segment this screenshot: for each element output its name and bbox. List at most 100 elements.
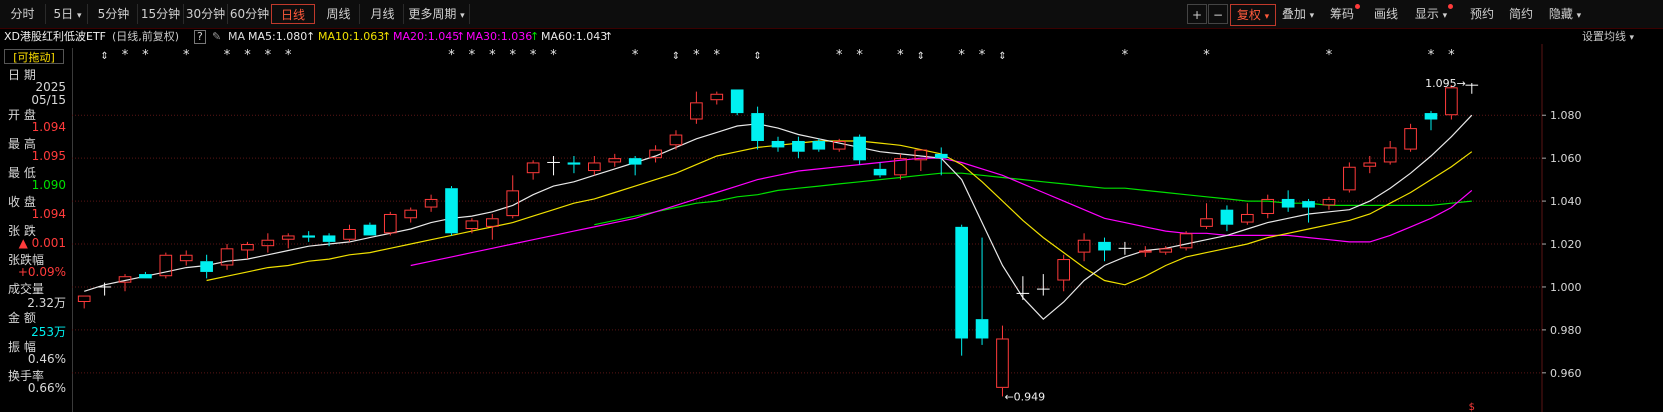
- ma20-value: MA20:1.045: [393, 30, 460, 43]
- period-tab-more[interactable]: 更多周期 ▾: [404, 4, 470, 24]
- candle: [1383, 140, 1397, 165]
- period-tab-timeshare[interactable]: 分时: [0, 4, 46, 24]
- candle-body: [1322, 198, 1336, 206]
- candle-body: [628, 158, 642, 165]
- event-marker-star: *: [550, 48, 557, 63]
- period-toolbar: 分时 5日 ▾ 5分钟 15分钟 30分钟 60分钟 日线 周线 月线 更多周期…: [0, 0, 1663, 29]
- chevron-down-icon: ▾: [76, 11, 82, 21]
- drag-handle[interactable]: [可拖动]: [4, 49, 64, 64]
- change-value: ▲ 0.001: [18, 236, 66, 250]
- zoom-in-button[interactable]: +: [1187, 4, 1207, 24]
- fuquan-button[interactable]: 复权 ▾: [1230, 4, 1276, 26]
- candle: [118, 274, 132, 292]
- period-tab-daily[interactable]: 日线: [271, 4, 315, 24]
- period-tab-15min[interactable]: 15分钟: [138, 4, 184, 24]
- candle-body: [1363, 162, 1377, 167]
- zoom-out-button[interactable]: −: [1208, 4, 1228, 24]
- candle-body: [1383, 147, 1397, 163]
- candle: [873, 162, 887, 178]
- candle: [302, 231, 315, 242]
- candle-body: [771, 140, 785, 148]
- ma30-value: MA30:1.036: [466, 30, 533, 43]
- candle-body: [1424, 113, 1438, 120]
- candle-body: [1281, 198, 1295, 208]
- candle: [955, 224, 968, 356]
- fuquan-label: 复权: [1236, 8, 1261, 22]
- turnover-value: 0.66%: [27, 381, 66, 395]
- max-price-label: 1.095→: [1425, 77, 1466, 90]
- overlay-button[interactable]: 叠加 ▾: [1276, 4, 1320, 24]
- candle-body: [179, 254, 193, 262]
- drawline-button[interactable]: 画线: [1370, 4, 1402, 24]
- candle: [485, 213, 499, 240]
- candle: [1424, 110, 1438, 131]
- event-marker-star: *: [122, 48, 129, 63]
- axis-tick-label: 0.980: [1550, 324, 1582, 337]
- candle-body: [669, 134, 683, 146]
- amplitude-value: 0.46%: [27, 352, 66, 366]
- candle: [1220, 205, 1234, 232]
- candle-body: [302, 235, 315, 238]
- period-tab-5min[interactable]: 5分钟: [90, 4, 138, 24]
- price-axis: 1.080 1.060 1.040 1.020 1.000 0.980 0.960: [1541, 44, 1582, 412]
- event-marker-star: *: [265, 48, 272, 63]
- display-button[interactable]: 显示 ▾: [1410, 4, 1458, 24]
- candle-body: [1057, 259, 1071, 281]
- ma-label: MA: [228, 30, 246, 43]
- chips-button[interactable]: 筹码: [1324, 4, 1366, 24]
- candle-body: [873, 168, 887, 176]
- candle: [894, 153, 907, 180]
- chevron-down-icon: ▾: [1442, 11, 1448, 21]
- period-tab-60min[interactable]: 60分钟: [228, 4, 272, 24]
- chevron-down-icon: ▾: [1576, 11, 1582, 21]
- candle-body: [934, 153, 948, 159]
- up-arrow-icon: ↑: [456, 30, 466, 43]
- pencil-icon[interactable]: ✎: [212, 29, 221, 45]
- chevron-down-icon: ▾: [1309, 11, 1315, 21]
- candle: [608, 153, 622, 167]
- help-icon[interactable]: ?: [194, 30, 206, 44]
- event-marker-star: *: [448, 48, 455, 63]
- overlay-label: 叠加: [1281, 7, 1306, 21]
- candle: [1077, 233, 1091, 262]
- event-marker-arrow: ⇕: [672, 51, 680, 62]
- candle: [1281, 190, 1295, 212]
- candle-body: [261, 239, 275, 247]
- candle: [424, 194, 438, 212]
- candle-body: [1179, 233, 1193, 249]
- candle-body: [424, 198, 438, 208]
- period-tab-weekly[interactable]: 周线: [318, 4, 360, 24]
- candle-body: [526, 162, 540, 174]
- candle: [1036, 274, 1050, 296]
- event-marker-star: *: [958, 48, 965, 63]
- candle-body: [1302, 201, 1315, 208]
- pct-value: +0.09%: [17, 265, 66, 279]
- axis-tick-label: 0.960: [1550, 367, 1582, 380]
- period-tab-monthly[interactable]: 月线: [362, 4, 404, 24]
- axis-tick-label: 1.040: [1550, 195, 1582, 208]
- candle-body: [281, 235, 295, 240]
- hide-button[interactable]: 隐藏 ▾: [1542, 4, 1588, 24]
- simple-button[interactable]: 简约: [1504, 4, 1538, 24]
- candle: [1343, 162, 1356, 193]
- candle: [363, 222, 377, 236]
- candle: [179, 250, 193, 266]
- period-tab-30min[interactable]: 30分钟: [184, 4, 228, 24]
- candle-body: [200, 261, 213, 272]
- grid: [72, 114, 1542, 374]
- candle-body: [322, 235, 336, 242]
- candlestick-chart[interactable]: ⇕ * * * * * * * * * * * * * * ⇕ * * ⇕ * * * ⇕ * * ⇕ * * * * * 1.0801.0…: [72, 44, 1663, 412]
- event-marker-star: *: [530, 48, 537, 63]
- candle-body: [1098, 241, 1111, 251]
- event-marker-star: *: [836, 48, 843, 63]
- event-marker-star: *: [183, 48, 190, 63]
- candle-body: [1445, 87, 1458, 116]
- candle: [730, 89, 744, 116]
- candle-body: [241, 244, 254, 251]
- period-tab-5day[interactable]: 5日 ▾: [48, 4, 88, 24]
- chips-label: 筹码: [1329, 7, 1354, 21]
- event-marker-star: *: [1122, 48, 1129, 63]
- memo-button[interactable]: 预约: [1466, 4, 1498, 24]
- candle: [710, 91, 724, 105]
- candle: [1261, 194, 1275, 219]
